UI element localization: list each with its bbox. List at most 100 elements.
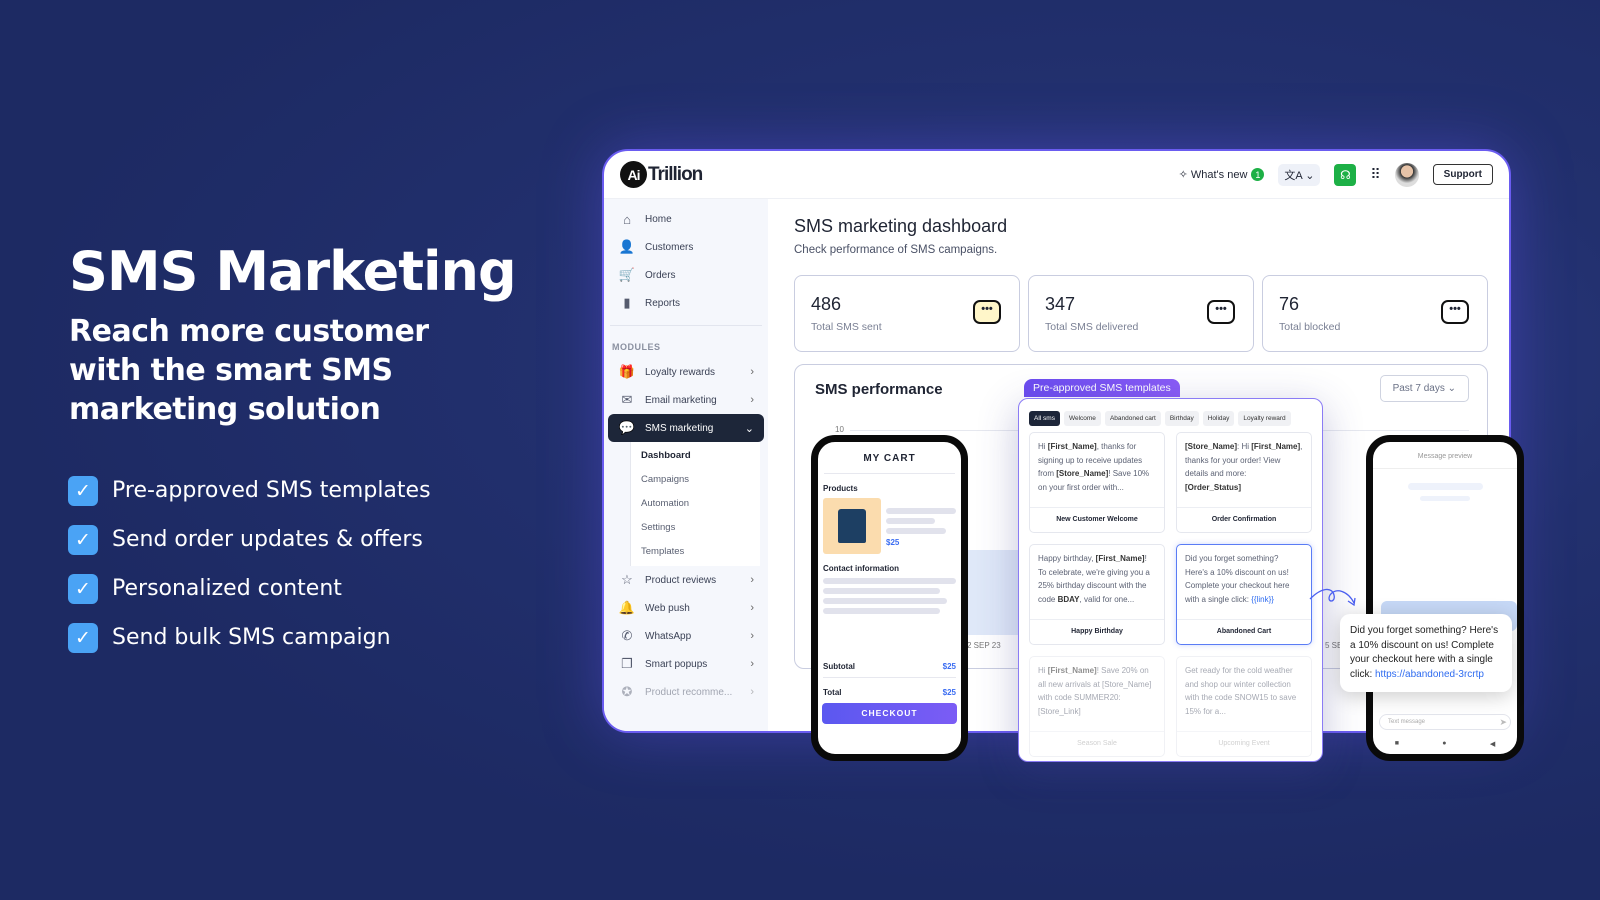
- sidebar-label: SMS marketing: [645, 422, 714, 434]
- feature-label: Personalized content: [112, 576, 342, 601]
- recent-apps-icon[interactable]: ■: [1395, 740, 1399, 748]
- gift-icon: 🎁: [618, 364, 636, 379]
- template-name: New Customer Welcome: [1056, 516, 1138, 523]
- checkout-button[interactable]: CHECKOUT: [822, 703, 957, 724]
- chevron-right-icon: ›: [750, 366, 754, 378]
- headset-icon[interactable]: ☊: [1334, 163, 1357, 186]
- sidebar-item-loyalty-rewards[interactable]: 🎁 Loyalty rewards ›: [608, 358, 764, 386]
- y-tick: 10: [835, 425, 844, 434]
- x-tick: 2 SEP 23: [967, 641, 1001, 650]
- stat-card-sent: 486 Total SMS sent •••: [794, 275, 1020, 352]
- avatar[interactable]: [1394, 162, 1419, 187]
- language-selector[interactable]: 文A ⌄: [1278, 163, 1321, 186]
- templates-tab-label: Pre-approved SMS templates: [1024, 379, 1180, 397]
- template-card[interactable]: Hi [First_Name], thanks for signing up t…: [1029, 432, 1165, 533]
- chip-abandoned-cart[interactable]: Abandoned cart: [1104, 411, 1161, 426]
- sidebar-item-customers[interactable]: 👤 Customers: [608, 233, 764, 261]
- sidebar-item-reports[interactable]: ▮ Reports: [608, 289, 764, 317]
- chat-dots-icon: •••: [973, 300, 1001, 324]
- template-name: Season Sale: [1077, 740, 1117, 747]
- feature-list: ✓ Pre-approved SMS templates ✓ Send order …: [68, 466, 431, 662]
- submenu-settings[interactable]: Settings: [631, 516, 760, 540]
- chevron-right-icon: ›: [750, 602, 754, 614]
- modules-heading: MODULES: [612, 342, 661, 352]
- mail-icon: ✉: [621, 392, 633, 407]
- sidebar-label: Home: [645, 213, 672, 225]
- check-icon: ✓: [68, 524, 98, 555]
- sidebar-item-whatsapp[interactable]: ✆ WhatsApp ›: [608, 622, 764, 650]
- android-nav-bar: ■ ● ◀: [1373, 740, 1517, 748]
- template-body: [Store_Name]: Hi [First_Name], thanks fo…: [1177, 433, 1311, 508]
- period-value: Past 7 days: [1392, 383, 1445, 394]
- template-body: Get ready for the cold weather and shop …: [1177, 657, 1311, 732]
- chip-all-sms[interactable]: All sms: [1029, 411, 1060, 426]
- template-card[interactable]: Get ready for the cold weather and shop …: [1176, 656, 1312, 757]
- hero-subtitle: Reach more customer with the smart SMS m…: [69, 314, 429, 427]
- template-name: Upcoming Event: [1218, 740, 1270, 747]
- stat-label: Total SMS sent: [811, 321, 882, 333]
- sidebar-label: WhatsApp: [645, 630, 692, 642]
- message-bubble: Did you forget something? Here's a 10% d…: [1340, 614, 1512, 692]
- translate-icon: 文A: [1284, 169, 1303, 182]
- chevron-right-icon: ›: [750, 686, 754, 698]
- message-link[interactable]: https://abandoned-3rcrtp: [1375, 669, 1484, 680]
- apps-grid-icon[interactable]: ⠿: [1370, 166, 1380, 183]
- home-button-icon[interactable]: ●: [1442, 740, 1446, 748]
- chevron-right-icon: ›: [750, 394, 754, 406]
- products-heading: Products: [823, 484, 858, 493]
- logo-text: Trillion: [648, 163, 703, 185]
- page-subtitle: Check performance of SMS campaigns.: [794, 244, 998, 256]
- submenu-campaigns[interactable]: Campaigns: [631, 468, 760, 492]
- chip-holiday[interactable]: Holiday: [1202, 411, 1235, 426]
- text-message-input[interactable]: Text message: [1379, 714, 1511, 730]
- sidebar-item-sms-marketing[interactable]: 💬 SMS marketing ⌄: [608, 414, 764, 442]
- sidebar-item-email-marketing[interactable]: ✉ Email marketing ›: [608, 386, 764, 414]
- chip-birthday[interactable]: Birthday: [1164, 411, 1199, 426]
- feature-item: ✓ Personalized content: [68, 564, 431, 613]
- logo[interactable]: Ai Trillion: [620, 161, 703, 188]
- period-dropdown[interactable]: Past 7 days ⌄: [1379, 375, 1469, 402]
- sidebar-label: Email marketing: [645, 394, 717, 406]
- sidebar-item-home[interactable]: ⌂ Home: [608, 205, 764, 233]
- preview-phone: Message preview Text message ➤ ■ ● ◀: [1366, 435, 1524, 761]
- chevron-right-icon: ›: [750, 574, 754, 586]
- bell-icon: 🔔: [618, 600, 636, 615]
- cart-title: MY CART: [824, 442, 955, 474]
- template-name: Abandoned Cart: [1216, 628, 1272, 635]
- templates-panel: All sms Welcome Abandoned cart Birthday …: [1018, 398, 1323, 762]
- sidebar-item-orders[interactable]: 🛒 Orders: [608, 261, 764, 289]
- feature-item: ✓ Pre-approved SMS templates: [68, 466, 431, 515]
- check-icon: ✓: [68, 475, 98, 506]
- support-button[interactable]: Support: [1432, 164, 1493, 185]
- template-card[interactable]: Happy birthday, [First_Name]! To celebra…: [1029, 544, 1165, 645]
- template-name: Happy Birthday: [1071, 628, 1123, 635]
- sidebar-item-product-recommendations[interactable]: ✪ Product recomme... ›: [608, 678, 764, 706]
- chip-welcome[interactable]: Welcome: [1063, 411, 1101, 426]
- page-title: SMS marketing dashboard: [794, 216, 1008, 236]
- stat-label: Total SMS delivered: [1045, 321, 1139, 333]
- whats-new-label: What's new: [1190, 168, 1248, 181]
- template-card[interactable]: [Store_Name]: Hi [First_Name], thanks fo…: [1176, 432, 1312, 533]
- template-card-selected[interactable]: Did you forget something? Here's a 10% d…: [1176, 544, 1312, 645]
- sidebar-item-product-reviews[interactable]: ☆ Product reviews ›: [608, 566, 764, 594]
- sparkle-icon: ✧: [1178, 168, 1191, 181]
- total-label: Total: [823, 688, 842, 697]
- stat-card-delivered: 347 Total SMS delivered •••: [1028, 275, 1254, 352]
- submenu-dashboard[interactable]: Dashboard: [631, 444, 760, 468]
- send-icon[interactable]: ➤: [1499, 717, 1507, 728]
- submenu-automation[interactable]: Automation: [631, 492, 760, 516]
- whats-new-button[interactable]: ✧ What's new 1: [1179, 168, 1265, 182]
- tshirt-image: [823, 498, 881, 554]
- check-icon: ✓: [68, 573, 98, 604]
- back-icon[interactable]: ◀: [1490, 740, 1495, 748]
- template-body: Hi [First_Name], thanks for signing up t…: [1030, 433, 1164, 508]
- template-card[interactable]: Hi [First_Name]! Save 20% on all new arr…: [1029, 656, 1165, 757]
- chip-loyalty-reward[interactable]: Loyalty reward: [1238, 411, 1291, 426]
- total-row: Total $25: [823, 688, 956, 697]
- message-icon: 💬: [618, 420, 636, 435]
- popup-icon: ❐: [621, 656, 633, 671]
- submenu-templates[interactable]: Templates: [631, 540, 760, 564]
- subtotal-row: Subtotal $25: [823, 662, 956, 678]
- sidebar-item-web-push[interactable]: 🔔 Web push ›: [608, 594, 764, 622]
- sidebar-item-smart-popups[interactable]: ❐ Smart popups ›: [608, 650, 764, 678]
